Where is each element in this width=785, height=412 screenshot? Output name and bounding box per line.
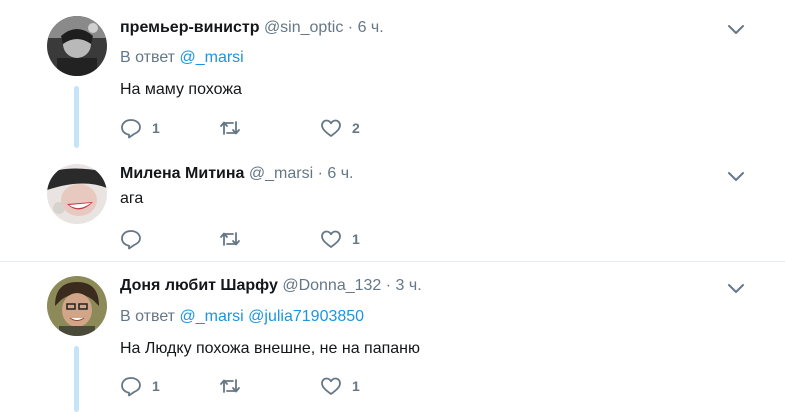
reply-icon [121, 377, 141, 397]
like-button[interactable]: 1 [320, 375, 360, 397]
display-name[interactable]: Милена Митина [120, 165, 244, 182]
mention-link[interactable]: @_marsi [179, 308, 243, 325]
replying-to: В ответ @_marsi [120, 48, 244, 68]
like-button[interactable]: 2 [320, 117, 360, 139]
tweet-actions: 1 [120, 228, 420, 250]
mention-link[interactable]: @_marsi [179, 49, 243, 66]
avatar[interactable] [47, 276, 107, 336]
separator-dot: · [317, 165, 323, 182]
replying-to: В ответ @_marsi @julia71903850 [120, 307, 364, 327]
tweet-header: Доня любит Шарфу @Donna_132 · 3 ч. [120, 276, 422, 296]
tweet-1[interactable]: премьер-винистр @sin_optic · 6 ч. В отве… [0, 0, 785, 155]
avatar[interactable] [47, 164, 107, 224]
tweet-text: ага [120, 190, 144, 207]
reply-icon [121, 119, 141, 139]
username[interactable]: @_marsi [249, 165, 313, 182]
display-name[interactable]: премьер-винистр [120, 19, 259, 36]
thread-line [74, 86, 79, 148]
avatar[interactable] [47, 16, 107, 76]
retweet-button[interactable] [219, 228, 251, 250]
chevron-down-icon[interactable] [727, 171, 745, 183]
tweet-header: Милена Митина @_marsi · 6 ч. [120, 164, 353, 184]
replying-label: В ответ [120, 49, 176, 66]
tweet-text: На Людку похожа внешне, не на папаню [120, 340, 420, 357]
tweet-actions: 1 1 [120, 375, 420, 397]
like-count: 2 [352, 120, 360, 136]
timestamp[interactable]: 6 ч. [358, 19, 384, 36]
reply-count: 1 [152, 378, 160, 394]
reply-icon [121, 230, 141, 250]
timestamp[interactable]: 3 ч. [396, 277, 422, 294]
like-icon [321, 230, 341, 248]
like-icon [321, 377, 341, 395]
retweet-icon [220, 379, 240, 393]
chevron-down-icon[interactable] [727, 24, 745, 36]
timestamp[interactable]: 6 ч. [327, 165, 353, 182]
retweet-button[interactable] [219, 117, 251, 139]
retweet-icon [220, 121, 240, 135]
chevron-down-icon[interactable] [727, 283, 745, 295]
username[interactable]: @Donna_132 [282, 277, 381, 294]
like-count: 1 [352, 378, 360, 394]
replying-label: В ответ [120, 308, 176, 325]
like-icon [321, 119, 341, 137]
tweet-2[interactable]: Милена Митина @_marsi · 6 ч. ага 1 [0, 155, 785, 260]
display-name[interactable]: Доня любит Шарфу [120, 277, 278, 294]
username[interactable]: @sin_optic [264, 19, 343, 36]
reply-count: 1 [152, 120, 160, 136]
retweet-button[interactable] [219, 375, 251, 397]
reply-button[interactable]: 1 [120, 117, 160, 139]
tweet-header: премьер-винистр @sin_optic · 6 ч. [120, 18, 384, 38]
reply-button[interactable] [120, 228, 152, 250]
like-count: 1 [352, 231, 360, 247]
like-button[interactable]: 1 [320, 228, 360, 250]
tweet-actions: 1 2 [120, 117, 420, 139]
separator-dot: · [347, 19, 354, 36]
thread-line [74, 346, 79, 412]
mention-link[interactable]: @julia71903850 [248, 308, 364, 325]
separator-dot: · [385, 277, 392, 294]
tweet-3[interactable]: Доня любит Шарфу @Donna_132 · 3 ч. В отв… [0, 262, 785, 412]
tweet-text: На маму похожа [120, 81, 242, 98]
reply-button[interactable]: 1 [120, 375, 160, 397]
retweet-icon [220, 232, 240, 246]
